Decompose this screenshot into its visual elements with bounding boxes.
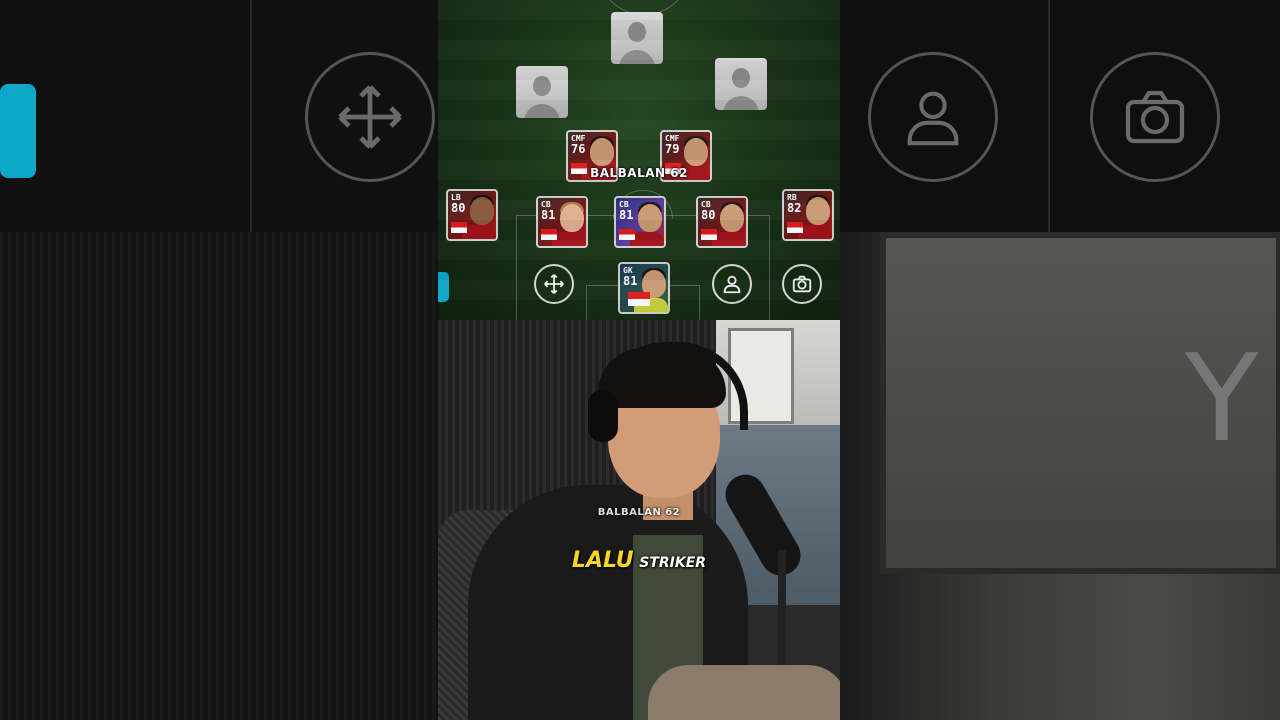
glass-logo-blurred: Y bbox=[1185, 330, 1259, 469]
player-info-button[interactable] bbox=[712, 264, 752, 304]
indonesia-flag-icon bbox=[665, 163, 681, 174]
move-button[interactable] bbox=[534, 264, 574, 304]
player-card-cb[interactable]: CB 81 bbox=[536, 196, 588, 248]
indonesia-flag-icon bbox=[701, 229, 717, 240]
rating-label: 82 bbox=[787, 201, 802, 215]
player-card-lb[interactable]: LB 80 bbox=[446, 189, 498, 241]
person-icon bbox=[723, 275, 741, 294]
screenshot-button[interactable] bbox=[782, 264, 822, 304]
empty-player-slot[interactable] bbox=[715, 58, 767, 110]
position-label: CMF bbox=[665, 134, 680, 143]
side-tab[interactable] bbox=[438, 272, 449, 302]
empty-player-slot[interactable] bbox=[516, 66, 568, 118]
player-card-cb-selected[interactable]: CB 81 bbox=[614, 196, 666, 248]
camera-icon bbox=[792, 275, 812, 293]
position-label: LB bbox=[451, 193, 461, 202]
rating-label: 81 bbox=[541, 208, 556, 222]
main-video: CMF 76 CMF 79 BALBALAN 62 LB 80 CB 81 CB bbox=[438, 0, 840, 720]
channel-watermark: BALBALAN 62 bbox=[590, 166, 688, 180]
right-blurred-background: Y bbox=[840, 0, 1280, 720]
position-label: CB bbox=[619, 200, 629, 209]
cyan-tab-blurred bbox=[0, 84, 36, 178]
rating-label: 79 bbox=[665, 142, 680, 156]
player-card-cmf[interactable]: CMF 79 bbox=[660, 130, 712, 182]
penalty-arc-line bbox=[613, 190, 673, 219]
rating-label: 76 bbox=[571, 142, 586, 156]
position-label: GK bbox=[623, 266, 633, 275]
position-label: RB bbox=[787, 193, 797, 202]
player-card-cb[interactable]: CB 80 bbox=[696, 196, 748, 248]
position-label: CMF bbox=[571, 134, 586, 143]
indonesia-flag-icon bbox=[451, 222, 467, 233]
center-circle-line bbox=[598, 0, 690, 15]
rating-label: 81 bbox=[619, 208, 634, 222]
player-card-cmf[interactable]: CMF 76 bbox=[566, 130, 618, 182]
channel-watermark: BALBALAN 62 bbox=[597, 507, 681, 518]
right-upper-panel bbox=[840, 0, 1280, 232]
indonesia-flag-icon bbox=[787, 222, 803, 233]
indonesia-flag-icon bbox=[628, 292, 650, 306]
indonesia-flag-icon bbox=[619, 229, 635, 240]
divider bbox=[250, 0, 252, 232]
subtitle-highlight: LALU bbox=[571, 548, 634, 573]
headphones-earcup bbox=[588, 390, 618, 442]
divider bbox=[1048, 0, 1050, 232]
subtitle-text: STRIKER bbox=[639, 555, 707, 571]
rating-label: 80 bbox=[701, 208, 716, 222]
indonesia-flag-icon bbox=[571, 163, 587, 174]
football-pitch: CMF 76 CMF 79 BALBALAN 62 LB 80 CB 81 CB bbox=[438, 0, 840, 326]
camera-icon bbox=[1090, 52, 1220, 182]
subtitle-caption: LALU STRIKER bbox=[438, 548, 840, 573]
person-icon bbox=[868, 52, 998, 182]
rating-label: 80 bbox=[451, 201, 466, 215]
table bbox=[648, 665, 840, 720]
position-label: CB bbox=[541, 200, 551, 209]
podcast-video bbox=[438, 320, 840, 720]
rating-label: 81 bbox=[623, 274, 638, 288]
player-card-gk[interactable]: GK 81 bbox=[618, 262, 670, 314]
left-upper-panel bbox=[0, 0, 438, 232]
acoustic-foam-blurred bbox=[0, 232, 438, 720]
move-arrows-icon bbox=[305, 52, 435, 182]
player-card-rb[interactable]: RB 82 bbox=[782, 189, 834, 241]
empty-player-slot[interactable] bbox=[611, 12, 663, 64]
move-arrows-icon bbox=[544, 274, 564, 294]
left-blurred-background bbox=[0, 0, 438, 720]
indonesia-flag-icon bbox=[541, 229, 557, 240]
penalty-box-line bbox=[516, 215, 770, 326]
position-label: CB bbox=[701, 200, 711, 209]
